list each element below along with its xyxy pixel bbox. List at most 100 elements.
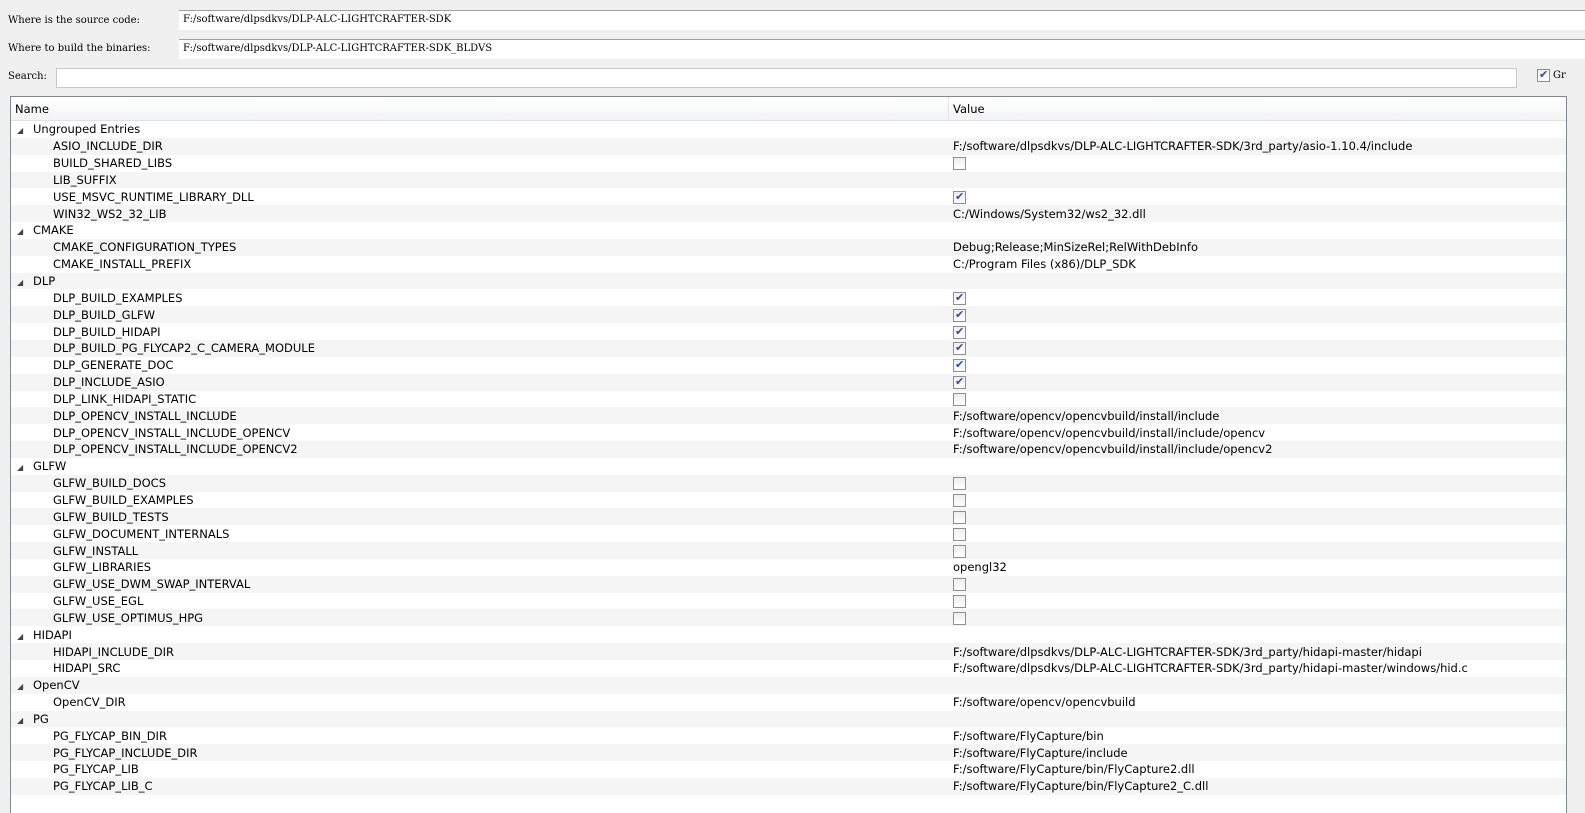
table-row[interactable]: DLP_INCLUDE_ASIO — [11, 373, 1566, 391]
entry-value-cell[interactable]: F:/software/FlyCapture/include — [949, 746, 1128, 760]
grouped-checkbox[interactable]: Gr — [1537, 68, 1566, 82]
table-row[interactable]: DLP_BUILD_EXAMPLES — [11, 289, 1566, 306]
value-checkbox[interactable] — [953, 611, 966, 625]
value-checkbox[interactable] — [953, 341, 966, 356]
value-checkbox[interactable] — [953, 157, 966, 171]
table-row[interactable]: GLFW_INSTALL — [11, 542, 1566, 559]
entry-value-cell[interactable] — [949, 325, 966, 339]
value-checkbox[interactable] — [953, 392, 966, 406]
entry-value-cell[interactable]: F:/software/FlyCapture/bin — [949, 729, 1104, 743]
group-row[interactable]: ◢ OpenCV — [11, 676, 1566, 694]
table-row[interactable]: PG_FLYCAP_BIN_DIR F:/software/FlyCapture/… — [11, 727, 1566, 744]
entry-value-cell[interactable]: F:/software/dlpsdkvs/DLP-ALC-LIGHTCRAFTE… — [949, 661, 1468, 675]
value-checkbox[interactable] — [953, 190, 966, 204]
table-row[interactable]: PG_FLYCAP_LIB F:/software/FlyCapture/bin/… — [11, 761, 1566, 778]
entry-value-cell[interactable]: F:/software/dlpsdkvs/DLP-ALC-LIGHTCRAFTE… — [949, 139, 1412, 153]
table-row[interactable]: WIN32_WS2_32_LIB C:/Windows/System32/ws2_… — [11, 205, 1566, 223]
table-row[interactable]: GLFW_BUILD_TESTS — [11, 508, 1566, 526]
entry-value-cell[interactable]: opengl32 — [949, 560, 1007, 574]
entry-value-cell[interactable]: Debug;Release;MinSizeRel;RelWithDebInfo — [949, 240, 1198, 254]
entry-value[interactable]: C:/Windows/System32/ws2_32.dll — [953, 207, 1146, 221]
entry-value[interactable]: F:/software/FlyCapture/include — [953, 746, 1128, 760]
entry-value-cell[interactable] — [949, 544, 966, 558]
value-checkbox[interactable] — [953, 493, 966, 507]
entry-value-cell[interactable]: F:/software/opencv/opencvbuild/install/i… — [949, 426, 1265, 440]
entry-value[interactable]: opengl32 — [953, 560, 1007, 574]
expand-triangle-icon[interactable]: ◢ — [17, 463, 33, 472]
table-row[interactable]: HIDAPI_INCLUDE_DIR F:/software/dlpsdkvs/D… — [11, 643, 1566, 660]
group-row[interactable]: ◢ GLFW — [11, 458, 1566, 475]
table-row[interactable]: GLFW_DOCUMENT_INTERNALS — [11, 525, 1566, 542]
entry-value-cell[interactable] — [949, 156, 966, 171]
entry-value[interactable]: F:/software/opencv/opencvbuild/install/i… — [953, 409, 1219, 423]
entry-value-cell[interactable] — [949, 291, 966, 305]
expand-triangle-icon[interactable]: ◢ — [17, 632, 33, 641]
table-row[interactable]: DLP_BUILD_PG_FLYCAP2_C_CAMERA_MODULE — [11, 339, 1566, 357]
table-row[interactable]: GLFW_USE_EGL — [11, 593, 1566, 610]
expand-triangle-icon[interactable]: ◢ — [17, 126, 33, 135]
entry-value[interactable]: F:/software/dlpsdkvs/DLP-ALC-LIGHTCRAFTE… — [953, 139, 1412, 153]
build-binaries-input[interactable]: F:/software/dlpsdkvs/DLP-ALC-LIGHTCRAFTE… — [179, 39, 1585, 59]
entry-value-cell[interactable] — [949, 392, 966, 406]
entry-value-cell[interactable]: C:/Windows/System32/ws2_32.dll — [949, 207, 1146, 221]
value-checkbox[interactable] — [953, 308, 966, 322]
entry-value-cell[interactable]: F:/software/opencv/opencvbuild/install/i… — [949, 442, 1272, 456]
table-row[interactable]: DLP_OPENCV_INSTALL_INCLUDE_OPENCV2 F:/sof… — [11, 441, 1566, 458]
entry-value-cell[interactable] — [949, 527, 966, 541]
entry-value-cell[interactable] — [949, 510, 966, 524]
entry-value-cell[interactable]: F:/software/FlyCapture/bin/FlyCapture2_C… — [949, 779, 1208, 793]
table-row[interactable]: PG_FLYCAP_INCLUDE_DIR F:/software/FlyCapt… — [11, 744, 1566, 762]
value-checkbox[interactable] — [953, 544, 966, 558]
group-row[interactable]: ◢ DLP — [11, 272, 1566, 290]
table-row[interactable]: GLFW_LIBRARIES opengl32 — [11, 559, 1566, 576]
group-row[interactable]: ◢ HIDAPI — [11, 626, 1566, 643]
table-row[interactable]: ASIO_INCLUDE_DIR F:/software/dlpsdkvs/DLP… — [11, 137, 1566, 155]
value-checkbox[interactable] — [953, 358, 966, 373]
entry-value-cell[interactable] — [949, 594, 966, 609]
entry-value-cell[interactable] — [949, 493, 966, 507]
column-header-value[interactable]: Value — [949, 97, 989, 120]
entry-value-cell[interactable] — [949, 341, 966, 356]
entry-value[interactable]: F:/software/opencv/opencvbuild — [953, 695, 1136, 709]
entry-value-cell[interactable] — [949, 358, 966, 373]
table-row[interactable]: GLFW_USE_DWM_SWAP_INTERVAL — [11, 575, 1566, 593]
entry-value[interactable]: F:/software/dlpsdkvs/DLP-ALC-LIGHTCRAFTE… — [953, 661, 1468, 675]
entry-value[interactable]: F:/software/opencv/opencvbuild/install/i… — [953, 426, 1265, 440]
entry-value-cell[interactable] — [949, 577, 966, 592]
expand-triangle-icon[interactable]: ◢ — [17, 278, 33, 287]
entry-value[interactable]: Debug;Release;MinSizeRel;RelWithDebInfo — [953, 240, 1198, 254]
table-row[interactable]: PG_FLYCAP_LIB_C F:/software/FlyCapture/bi… — [11, 777, 1566, 795]
entry-value-cell[interactable]: C:/Program Files (x86)/DLP_SDK — [949, 257, 1136, 271]
table-row[interactable]: DLP_OPENCV_INSTALL_INCLUDE_OPENCV F:/soft… — [11, 424, 1566, 441]
group-row[interactable]: ◢ CMAKE — [11, 222, 1566, 239]
source-code-input[interactable]: F:/software/dlpsdkvs/DLP-ALC-LIGHTCRAFTE… — [179, 10, 1585, 30]
table-row[interactable]: USE_MSVC_RUNTIME_LIBRARY_DLL — [11, 188, 1566, 205]
table-row[interactable]: DLP_BUILD_GLFW — [11, 306, 1566, 324]
entry-value-cell[interactable]: F:/software/FlyCapture/bin/FlyCapture2.d… — [949, 762, 1195, 776]
entry-value[interactable]: F:/software/FlyCapture/bin — [953, 729, 1104, 743]
table-row[interactable]: OpenCV_DIR F:/software/opencv/opencvbuild — [11, 694, 1566, 711]
table-row[interactable]: DLP_LINK_HIDAPI_STATIC — [11, 391, 1566, 408]
value-checkbox[interactable] — [953, 375, 966, 390]
entry-value-cell[interactable] — [949, 476, 966, 491]
table-row[interactable]: DLP_BUILD_HIDAPI — [11, 323, 1566, 340]
value-checkbox[interactable] — [953, 291, 966, 305]
entry-value-cell[interactable] — [949, 375, 966, 390]
entry-value-cell[interactable] — [949, 308, 966, 322]
entry-value[interactable]: C:/Program Files (x86)/DLP_SDK — [953, 257, 1136, 271]
entry-value-cell[interactable] — [949, 611, 966, 625]
expand-triangle-icon[interactable]: ◢ — [17, 227, 33, 236]
entry-value-cell[interactable]: F:/software/dlpsdkvs/DLP-ALC-LIGHTCRAFTE… — [949, 645, 1422, 659]
entry-value[interactable]: F:/software/FlyCapture/bin/FlyCapture2.d… — [953, 762, 1195, 776]
value-checkbox[interactable] — [953, 595, 966, 609]
column-header-name[interactable]: Name — [11, 97, 949, 120]
entry-value[interactable]: F:/software/FlyCapture/bin/FlyCapture2_C… — [953, 779, 1208, 793]
entry-value[interactable]: F:/software/dlpsdkvs/DLP-ALC-LIGHTCRAFTE… — [953, 645, 1422, 659]
table-row[interactable]: DLP_GENERATE_DOC — [11, 357, 1566, 374]
value-checkbox[interactable] — [953, 527, 966, 541]
expand-triangle-icon[interactable]: ◢ — [17, 682, 33, 691]
table-row[interactable]: CMAKE_INSTALL_PREFIX C:/Program Files (x8… — [11, 256, 1566, 273]
entry-value[interactable]: F:/software/opencv/opencvbuild/install/i… — [953, 442, 1272, 456]
table-row[interactable]: GLFW_BUILD_EXAMPLES — [11, 492, 1566, 509]
group-row[interactable]: ◢ PG — [11, 710, 1566, 728]
